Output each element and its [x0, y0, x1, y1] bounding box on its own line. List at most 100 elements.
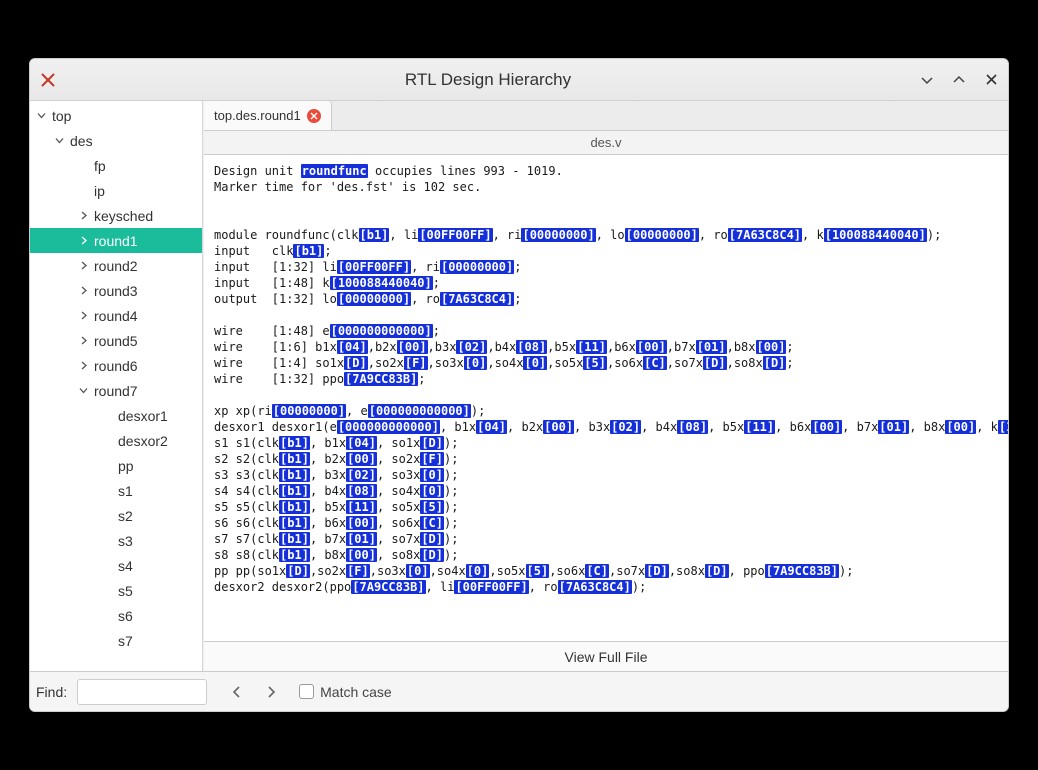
signal-value: [01]: [696, 340, 727, 354]
tree-item-round1[interactable]: round1: [30, 228, 202, 253]
code-text: );: [471, 404, 485, 418]
chevron-down-icon[interactable]: [76, 386, 90, 395]
signal-value: [D]: [705, 564, 729, 578]
chevron-right-icon[interactable]: [76, 261, 90, 270]
signal-value: [5]: [526, 564, 550, 578]
match-case-checkbox[interactable]: [299, 684, 314, 699]
signal-value: [F]: [404, 356, 428, 370]
signal-value: [00]: [756, 340, 787, 354]
code-line: s7 s7(clk[b1], b7x[01], so7x[D]);: [214, 531, 998, 547]
signal-value: [000000000000]: [330, 324, 433, 338]
find-prev-button[interactable]: [227, 683, 245, 701]
signal-value: [7A63C8C4]: [440, 292, 514, 306]
chevron-right-icon[interactable]: [76, 336, 90, 345]
tree-item-label: fp: [94, 158, 106, 174]
find-input[interactable]: [77, 679, 207, 705]
tree-item-des[interactable]: des: [30, 128, 202, 153]
tree-item-round6[interactable]: round6: [30, 353, 202, 378]
code-text: ;: [514, 292, 521, 306]
tree-item-round2[interactable]: round2: [30, 253, 202, 278]
chevron-right-icon[interactable]: [76, 311, 90, 320]
code-viewer[interactable]: Design unit roundfunc occupies lines 993…: [204, 155, 1008, 641]
tree-item-s4[interactable]: s4: [30, 553, 202, 578]
close-button[interactable]: [982, 71, 1000, 89]
code-line: input clk[b1];: [214, 243, 998, 259]
code-text: ,so6x: [607, 356, 643, 370]
signal-value: [0]: [406, 564, 430, 578]
find-nav: [227, 683, 281, 701]
code-text: , b8x: [909, 420, 945, 434]
code-text: , e: [346, 404, 368, 418]
signal-value: [000000000000]: [368, 404, 471, 418]
signal-value: [0]: [420, 468, 444, 482]
main-area: top.des.round1 des.v Design unit roundfu…: [203, 101, 1008, 671]
tree-item-s7[interactable]: s7: [30, 628, 202, 653]
signal-value: [00]: [346, 452, 377, 466]
tree-item-round5[interactable]: round5: [30, 328, 202, 353]
chevron-down-icon[interactable]: [52, 136, 66, 145]
match-case-option[interactable]: Match case: [299, 684, 392, 700]
tree-item-s3[interactable]: s3: [30, 528, 202, 553]
signal-value: [11]: [576, 340, 607, 354]
signal-value: [02]: [610, 420, 641, 434]
chevron-right-icon[interactable]: [76, 361, 90, 370]
tree-item-label: ip: [94, 183, 105, 199]
code-line: s4 s4(clk[b1], b4x[08], so4x[0]);: [214, 483, 998, 499]
chevron-right-icon[interactable]: [76, 211, 90, 220]
code-line: desxor1 desxor1(e[000000000000], b1x[04]…: [214, 419, 998, 435]
code-line: desxor2 desxor2(ppo[7A9CC83B], li[00FF00…: [214, 579, 998, 595]
code-text: );: [839, 564, 853, 578]
tree-item-s1[interactable]: s1: [30, 478, 202, 503]
signal-value: [00]: [397, 340, 428, 354]
tree-item-fp[interactable]: fp: [30, 153, 202, 178]
code-text: );: [444, 532, 458, 546]
code-text: s5 s5(clk: [214, 500, 279, 514]
code-text: , b1x: [310, 436, 346, 450]
view-full-file-button[interactable]: View Full File: [204, 641, 1008, 671]
code-text: , li: [389, 228, 418, 242]
tree-item-desxor1[interactable]: desxor1: [30, 403, 202, 428]
code-text: ,so5x: [547, 356, 583, 370]
chevron-right-icon[interactable]: [76, 236, 90, 245]
signal-value: [b1]: [279, 532, 310, 546]
chevron-down-icon[interactable]: [34, 111, 48, 120]
code-text: ;: [324, 244, 331, 258]
code-text: ;: [786, 340, 793, 354]
maximize-button[interactable]: [950, 71, 968, 89]
code-text: ,b3x: [428, 340, 457, 354]
tree-item-s5[interactable]: s5: [30, 578, 202, 603]
code-line: Design unit roundfunc occupies lines 993…: [214, 163, 998, 179]
find-next-button[interactable]: [263, 683, 281, 701]
tree-item-ip[interactable]: ip: [30, 178, 202, 203]
signal-value: [00]: [346, 516, 377, 530]
signal-value: [D]: [286, 564, 310, 578]
tree-item-top[interactable]: top: [30, 103, 202, 128]
tab-round1[interactable]: top.des.round1: [204, 101, 332, 130]
minimize-button[interactable]: [918, 71, 936, 89]
tree-item-keysched[interactable]: keysched: [30, 203, 202, 228]
code-text: s6 s6(clk: [214, 516, 279, 530]
signal-value: [00000000]: [272, 404, 346, 418]
code-text: , ro: [411, 292, 440, 306]
signal-value: [C]: [643, 356, 667, 370]
code-text: ;: [418, 372, 425, 386]
code-text: , b3x: [574, 420, 610, 434]
hierarchy-tree[interactable]: topdes fp ip keyschedround1round2 round3 roun…: [30, 101, 203, 671]
tree-item-round4[interactable]: round4: [30, 303, 202, 328]
tree-item-label: round3: [94, 283, 138, 299]
code-text: ,b5x: [547, 340, 576, 354]
tree-item-pp[interactable]: pp: [30, 453, 202, 478]
tree-item-s2[interactable]: s2: [30, 503, 202, 528]
signal-value: [F]: [420, 452, 444, 466]
code-text: , b1x: [440, 420, 476, 434]
code-text: desxor2 desxor2(ppo: [214, 580, 351, 594]
tree-item-desxor2[interactable]: desxor2: [30, 428, 202, 453]
tree-item-s6[interactable]: s6: [30, 603, 202, 628]
code-line: s3 s3(clk[b1], b3x[02], so3x[0]);: [214, 467, 998, 483]
tree-item-round7[interactable]: round7: [30, 378, 202, 403]
code-line: wire [1:4] so1x[D],so2x[F],so3x[0],so4x[…: [214, 355, 998, 371]
chevron-right-icon[interactable]: [76, 286, 90, 295]
close-icon[interactable]: [307, 109, 321, 123]
tree-item-round3[interactable]: round3: [30, 278, 202, 303]
signal-value: [00]: [811, 420, 842, 434]
